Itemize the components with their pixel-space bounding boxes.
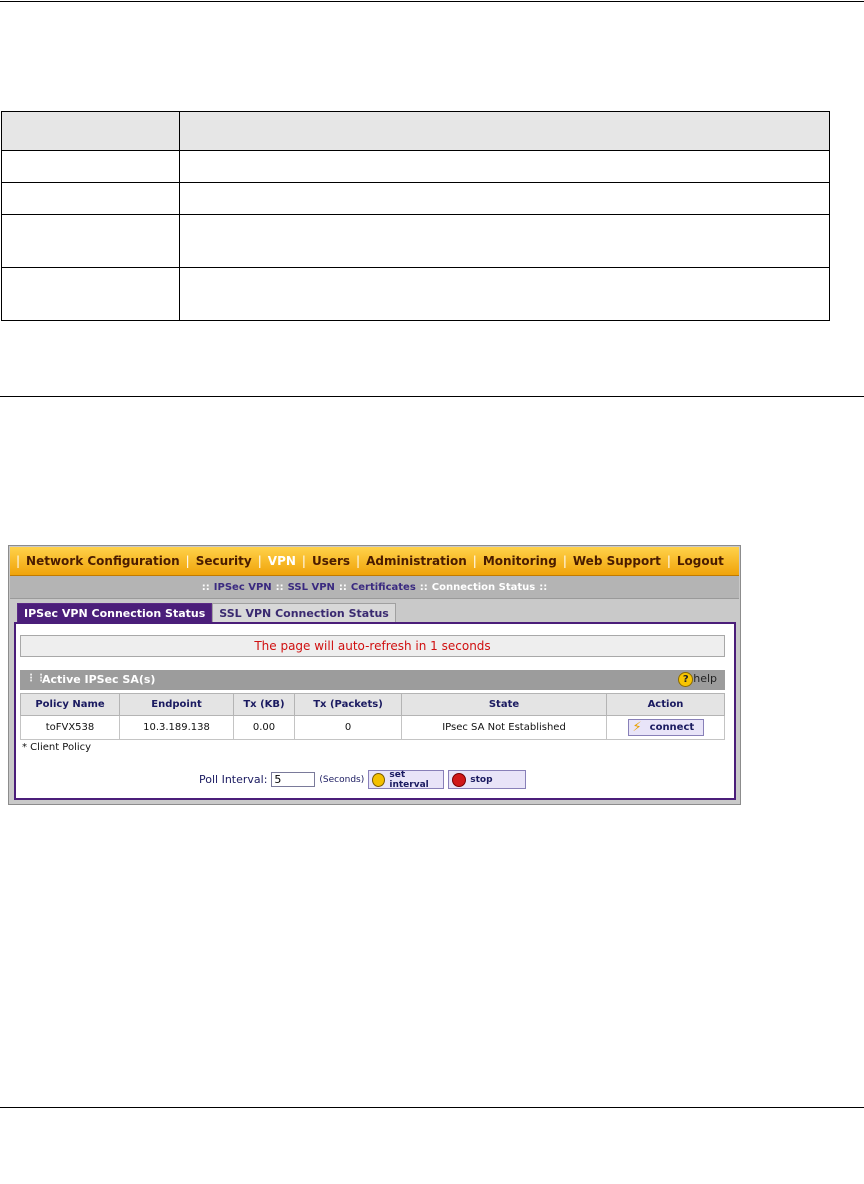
connect-label: connect	[649, 722, 695, 733]
help-icon: ?	[678, 672, 694, 687]
col-endpoint: Endpoint	[119, 693, 234, 716]
clock-icon	[372, 772, 386, 787]
section-title: Active IPSec SA(s)	[42, 673, 156, 686]
tab-ipsec-vpn-connection-status[interactable]: IPSec VPN Connection Status	[17, 603, 213, 624]
client-policy-note: * Client Policy	[22, 742, 92, 753]
col-tx-kb: Tx (KB)	[233, 693, 295, 716]
subnav-certificates[interactable]: Certificates	[351, 582, 416, 593]
table-row	[1, 182, 830, 215]
cell-state: IPsec SA Not Established	[401, 715, 607, 740]
router-ui-screenshot: | Network Configuration | Security | VPN…	[8, 545, 741, 805]
set-interval-button[interactable]: set interval	[368, 769, 445, 790]
help-link[interactable]: ? help	[678, 672, 717, 687]
poll-interval-input[interactable]	[271, 772, 316, 787]
col-policy-name: Policy Name	[20, 693, 120, 716]
sub-nav: :: IPSec VPN :: SSL VPN :: Certificates …	[10, 576, 739, 599]
main-nav: | Network Configuration | Security | VPN…	[10, 547, 739, 576]
status-panel: The page will auto-refresh in 1 seconds …	[14, 622, 736, 800]
cell-action: ⚡ connect	[606, 715, 725, 740]
footer-rule	[0, 1107, 864, 1108]
poll-interval-label: Poll Interval:	[199, 773, 268, 786]
table-header-row: Policy Name Endpoint Tx (KB) Tx (Packets…	[20, 693, 725, 716]
set-interval-label: set interval	[389, 769, 429, 790]
help-label: help	[693, 672, 717, 685]
section-rule	[0, 396, 864, 397]
nav-network-configuration[interactable]: Network Configuration	[26, 554, 180, 568]
connect-button[interactable]: ⚡ connect	[627, 719, 704, 736]
status-tabs: IPSec VPN Connection Status SSL VPN Conn…	[17, 603, 396, 624]
auto-refresh-notice: The page will auto-refresh in 1 seconds	[20, 635, 725, 657]
col-state: State	[401, 693, 607, 716]
table-row	[1, 214, 830, 268]
cell-endpoint: 10.3.189.138	[119, 715, 234, 740]
poll-interval-row: Poll Interval: (Seconds) set interval st…	[199, 769, 530, 790]
cell-tx-packets: 0	[294, 715, 402, 740]
nav-security[interactable]: Security	[196, 554, 252, 568]
stop-icon	[452, 772, 467, 787]
subnav-ssl-vpn[interactable]: SSL VPN	[288, 582, 335, 593]
table-row	[1, 267, 830, 321]
col-tx-packets: Tx (Packets)	[294, 693, 402, 716]
nav-web-support[interactable]: Web Support	[573, 554, 661, 568]
document-table	[1, 111, 830, 321]
stop-label: stop	[470, 774, 493, 785]
tab-ssl-vpn-connection-status[interactable]: SSL VPN Connection Status	[212, 603, 396, 624]
active-sa-table: Policy Name Endpoint Tx (KB) Tx (Packets…	[20, 693, 725, 740]
lightning-icon: ⚡	[632, 720, 642, 735]
nav-vpn[interactable]: VPN	[268, 554, 296, 568]
col-action: Action	[606, 693, 725, 716]
subnav-connection-status[interactable]: Connection Status	[432, 582, 535, 593]
section-header-active-sa: ⋮⋮ Active IPSec SA(s) ? help	[20, 670, 725, 690]
table-row: toFVX538 10.3.189.138 0.00 0 IPsec SA No…	[20, 715, 725, 740]
top-rule	[0, 1, 864, 2]
table-row	[1, 150, 830, 183]
table-header-row	[1, 111, 830, 151]
nav-logout[interactable]: Logout	[677, 554, 724, 568]
stop-button[interactable]: stop	[448, 770, 527, 789]
nav-monitoring[interactable]: Monitoring	[483, 554, 557, 568]
nav-administration[interactable]: Administration	[366, 554, 467, 568]
subnav-ipsec-vpn[interactable]: IPSec VPN	[214, 582, 272, 593]
poll-interval-unit: (Seconds)	[319, 774, 365, 785]
cell-tx-kb: 0.00	[233, 715, 295, 740]
nav-users[interactable]: Users	[312, 554, 350, 568]
cell-policy-name: toFVX538	[20, 715, 120, 740]
